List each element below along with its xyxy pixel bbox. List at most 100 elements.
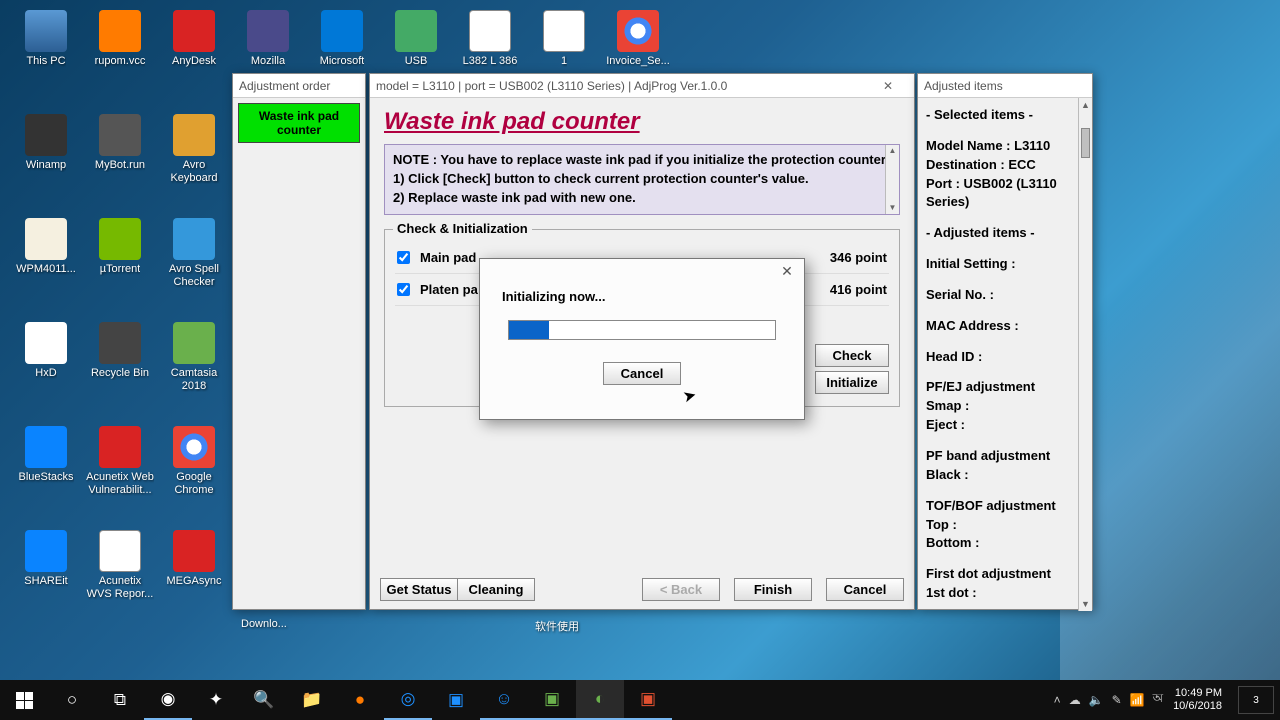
desktop-icon[interactable]: Camtasia 2018 (158, 320, 230, 394)
taskbar-app-2-icon[interactable]: ▣ (432, 680, 480, 720)
adjusted-items-title: Adjusted items (924, 79, 1003, 93)
items-scrollbar[interactable]: ▲ ▼ (1078, 98, 1092, 611)
note-box: NOTE : You have to replace waste ink pad… (384, 144, 900, 215)
desktop-icon-label: AnyDesk (172, 55, 216, 68)
main-titlebar[interactable]: model = L3110 | port = USB002 (L3110 Ser… (370, 74, 914, 98)
initialize-button[interactable]: Initialize (815, 371, 889, 394)
desktop-icon[interactable]: Google Chrome (158, 424, 230, 498)
scroll-thumb[interactable] (1081, 128, 1090, 158)
app-icon (99, 10, 141, 52)
desktop-text-truncated-1: Downlo... (241, 618, 287, 630)
tray-onedrive-icon[interactable]: ☁ (1069, 693, 1081, 707)
tray-volume-icon[interactable]: 🔈 (1089, 693, 1104, 707)
desktop-icon[interactable]: Avro Spell Checker (158, 216, 230, 290)
desktop-icon[interactable]: SHAREit (10, 528, 82, 590)
desktop-icon[interactable]: Microsoft (306, 8, 378, 70)
app-icon (173, 114, 215, 156)
desktop-icon[interactable]: MEGAsync (158, 528, 230, 590)
taskbar-camtasia-icon[interactable]: ▣ (528, 680, 576, 720)
finish-button[interactable]: Finish (734, 578, 812, 601)
main-pad-checkbox[interactable] (397, 251, 410, 264)
back-button[interactable]: < Back (642, 578, 720, 601)
desktop-icon[interactable]: rupom.vcc (84, 8, 156, 70)
desktop-icon[interactable]: 1 (528, 8, 600, 70)
taskbar-explorer-icon[interactable]: 📁 (288, 680, 336, 720)
desktop-text-truncated-2: 软件使用 (535, 618, 579, 634)
taskbar-app-3-icon[interactable]: ☺ (480, 680, 528, 720)
app-icon (173, 530, 215, 572)
taskbar-search-icon[interactable]: 🔍 (240, 680, 288, 720)
start-button[interactable] (0, 680, 48, 720)
dialog-close-icon[interactable]: ✕ (776, 263, 798, 280)
desktop-icon[interactable]: Mozilla (232, 8, 304, 70)
adjusted-items-titlebar[interactable]: Adjusted items (918, 74, 1092, 98)
tray-chevron-up-icon[interactable]: ˄ (1054, 693, 1061, 707)
dialog-cancel-button[interactable]: Cancel (603, 362, 681, 385)
tray-wifi-icon[interactable]: 📶 (1130, 693, 1145, 707)
check-button[interactable]: Check (815, 344, 889, 367)
desktop-icon-label: Avro Keyboard (160, 159, 228, 184)
system-tray[interactable]: ˄ ☁ 🔈 ✎ 📶 অ (1054, 690, 1163, 710)
items-section-selected-header: - Selected items - (926, 106, 1084, 125)
desktop-icon[interactable]: Winamp (10, 112, 82, 174)
items-tofbof: TOF/BOF adjustment (926, 497, 1084, 516)
desktop-icon[interactable]: µTorrent (84, 216, 156, 278)
desktop-icon[interactable]: Acunetix Web Vulnerabilit... (84, 424, 156, 498)
desktop-icon-label: MyBot.run (95, 159, 145, 172)
scroll-down-icon[interactable]: ▼ (1079, 597, 1092, 611)
app-icon (395, 10, 437, 52)
platen-pad-checkbox[interactable] (397, 283, 410, 296)
adjustment-order-window: Adjustment order Waste ink pad counter (232, 73, 366, 610)
desktop-icon[interactable]: L382 L 386 (454, 8, 526, 70)
task-view-button[interactable]: ⧉ (96, 680, 144, 720)
app-icon (99, 114, 141, 156)
note-scrollbar[interactable]: ▲▼ (885, 145, 899, 214)
desktop-icon[interactable]: MyBot.run (84, 112, 156, 174)
cleaning-button[interactable]: Cleaning (457, 578, 535, 601)
app-icon (99, 426, 141, 468)
desktop-icon-label: Invoice_Se... (606, 55, 670, 68)
desktop-icon-label: Google Chrome (160, 471, 228, 496)
app-icon (247, 10, 289, 52)
notification-center-button[interactable]: 3 (1238, 686, 1274, 714)
desktop-icon[interactable]: Avro Keyboard (158, 112, 230, 186)
cortana-button[interactable]: ○ (48, 680, 96, 720)
close-icon[interactable]: ✕ (868, 79, 908, 93)
desktop-icon[interactable]: WPM4011... (10, 216, 82, 278)
desktop-icon[interactable]: BlueStacks (10, 424, 82, 486)
desktop-icon[interactable]: USB (380, 8, 452, 70)
scroll-up-icon[interactable]: ▲ (1079, 98, 1092, 112)
tray-lang-icon[interactable]: অ (1153, 690, 1163, 710)
cancel-button[interactable]: Cancel (826, 578, 904, 601)
desktop-icon[interactable]: Acunetix WVS Repor... (84, 528, 156, 602)
taskbar-app-1-icon[interactable]: ✦ (192, 680, 240, 720)
fieldset-legend: Check & Initialization (393, 221, 532, 236)
app-icon (469, 10, 511, 52)
desktop-icon[interactable]: This PC (10, 8, 82, 70)
adjustment-order-titlebar[interactable]: Adjustment order (233, 74, 365, 98)
items-top: Top : (926, 516, 1084, 535)
app-icon (99, 530, 141, 572)
tray-feather-icon[interactable]: ✎ (1112, 693, 1122, 707)
desktop-icon-label: HxD (35, 367, 56, 380)
items-black: Black : (926, 466, 1084, 485)
desktop-icon[interactable]: Recycle Bin (84, 320, 156, 382)
taskbar-firefox-icon[interactable]: ● (336, 680, 384, 720)
order-item-waste-ink[interactable]: Waste ink pad counter (238, 103, 360, 143)
taskbar-clock[interactable]: 10:49 PM 10/6/2018 (1173, 687, 1222, 713)
app-icon (25, 114, 67, 156)
taskbar-teamviewer-icon[interactable]: ◎ (384, 680, 432, 720)
desktop-icon-label: Camtasia 2018 (160, 367, 228, 392)
items-smap: Smap : (926, 397, 1084, 416)
get-status-button[interactable]: Get Status (380, 578, 458, 601)
desktop-icon[interactable]: HxD (10, 320, 82, 382)
app-icon (25, 10, 67, 52)
taskbar-adjprog-icon[interactable]: ◐ (576, 680, 624, 720)
desktop-icon[interactable]: Invoice_Se... (602, 8, 674, 70)
taskbar-chrome-icon[interactable]: ◉ (144, 680, 192, 720)
taskbar-recorder-icon[interactable]: ▣ (624, 680, 672, 720)
dialog-titlebar[interactable]: ✕ (480, 259, 804, 283)
taskbar: ○ ⧉ ◉ ✦ 🔍 📁 ● ◎ ▣ ☺ ▣ ◐ ▣ ˄ ☁ 🔈 ✎ 📶 অ 10… (0, 680, 1280, 720)
desktop-icon[interactable]: AnyDesk (158, 8, 230, 70)
desktop-icon-label: SHAREit (24, 575, 67, 588)
